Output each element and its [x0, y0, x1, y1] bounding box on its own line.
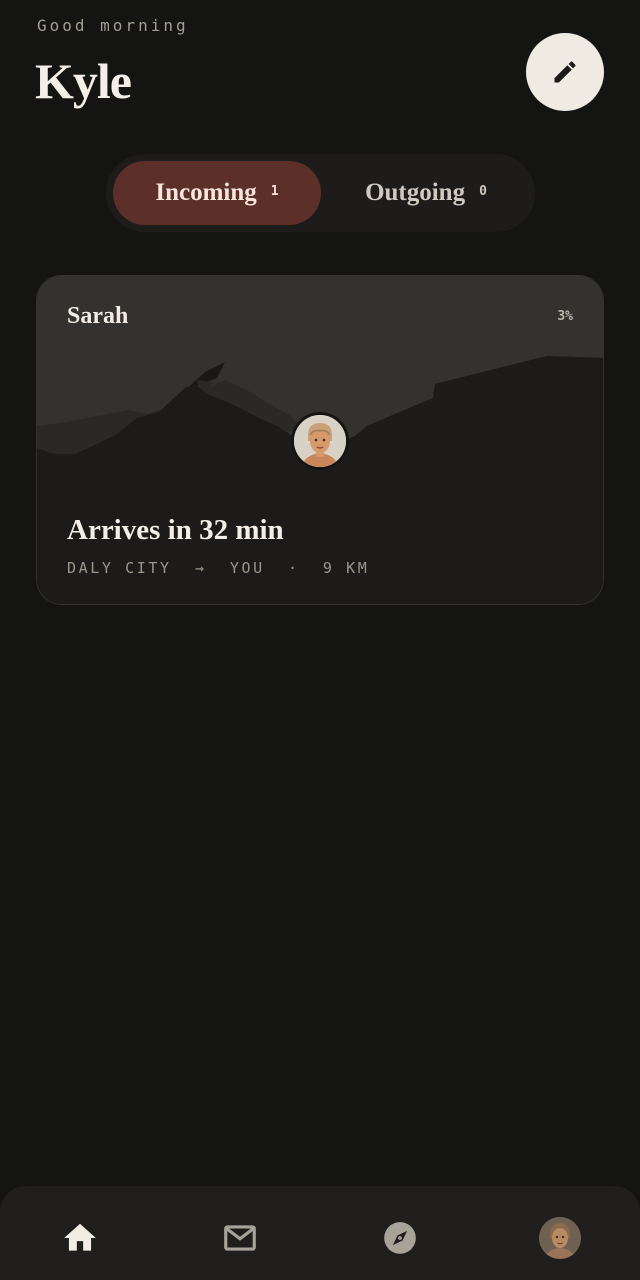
- tab-outgoing-label: Outgoing: [365, 179, 466, 206]
- direction-toggle: Incoming 1 Outgoing 0: [106, 154, 535, 232]
- mail-icon: [224, 1225, 256, 1251]
- nav-mail[interactable]: [216, 1214, 264, 1262]
- progress-percent: 3%: [557, 309, 573, 324]
- greeting: Good morning: [37, 16, 189, 35]
- compass-icon: [384, 1222, 416, 1254]
- pencil-icon: [554, 61, 576, 83]
- eta-text: Arrives in 32 min: [67, 514, 284, 546]
- sender-name: Sarah: [67, 303, 129, 329]
- route-text: DALY CITY → YOU · 9 KM: [67, 559, 370, 577]
- nav-explore[interactable]: [376, 1214, 424, 1262]
- nav-home[interactable]: [56, 1214, 104, 1262]
- bottom-nav: [0, 1186, 640, 1280]
- tab-outgoing[interactable]: Outgoing 0: [324, 161, 528, 225]
- nav-profile[interactable]: [536, 1214, 584, 1262]
- tab-outgoing-count: 0: [479, 183, 487, 199]
- tab-incoming-count: 1: [270, 183, 279, 199]
- user-name: Kyle: [35, 53, 132, 109]
- sender-avatar-marker: [291, 412, 349, 470]
- profile-avatar: [539, 1217, 581, 1259]
- sender-avatar: [294, 415, 346, 467]
- home-icon: [64, 1223, 96, 1251]
- compose-button[interactable]: [526, 33, 604, 111]
- tab-incoming-label: Incoming: [155, 179, 257, 206]
- tab-incoming[interactable]: Incoming 1: [113, 161, 321, 225]
- delivery-card[interactable]: Sarah 3% Arrives in 32 min DALY CITY → Y…: [36, 275, 604, 605]
